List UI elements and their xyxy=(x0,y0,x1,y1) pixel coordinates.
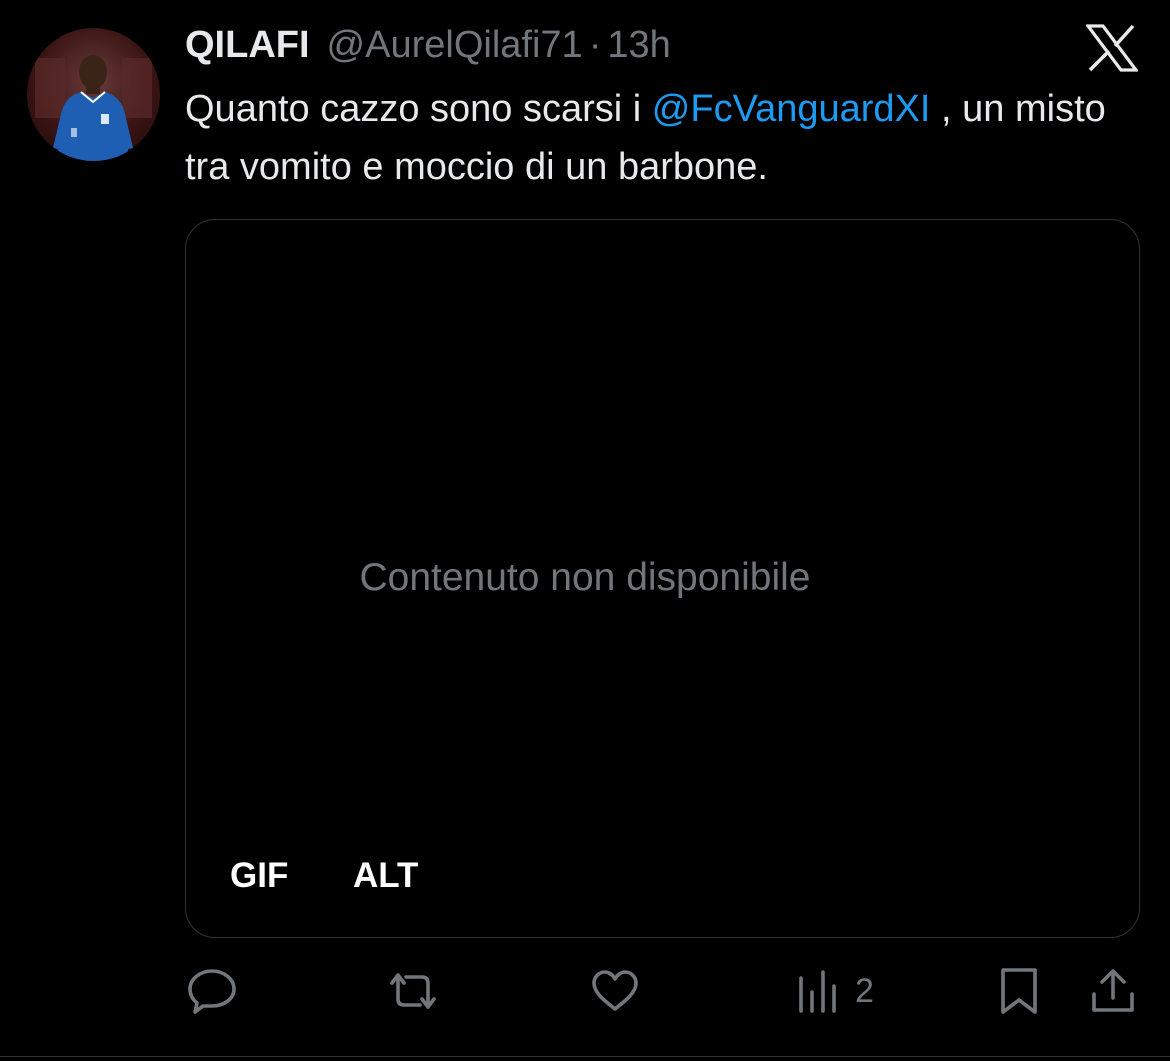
user-handle[interactable]: @AurelQilafi71 xyxy=(327,24,583,67)
reply-icon xyxy=(188,969,236,1014)
tweet-header: QILAFI @AurelQilafi71 · 13h xyxy=(185,24,671,74)
bookmark-icon xyxy=(1001,968,1037,1014)
share-button[interactable] xyxy=(1090,965,1136,1017)
x-logo-icon xyxy=(1084,24,1140,72)
bottom-divider xyxy=(0,1056,1170,1057)
views-button[interactable]: 2 xyxy=(797,965,874,1017)
gif-badge: GIF xyxy=(230,856,289,895)
retweet-button[interactable] xyxy=(386,965,440,1017)
like-button[interactable] xyxy=(591,965,639,1017)
media-unavailable-text: Contenuto non disponibile xyxy=(359,556,811,599)
alt-badge[interactable]: ALT xyxy=(353,856,418,896)
avatar[interactable] xyxy=(27,28,160,161)
heart-icon xyxy=(592,970,638,1011)
tweet-text: Quanto cazzo sono scarsi i @FcVanguardXI… xyxy=(185,80,1155,196)
views-chart-icon xyxy=(799,970,836,1013)
retweet-icon xyxy=(390,973,436,1009)
timestamp[interactable]: 13h xyxy=(607,24,670,67)
header-separator: · xyxy=(588,24,602,66)
bookmark-button[interactable] xyxy=(1000,965,1038,1017)
player-photo-avatar xyxy=(35,55,152,161)
mention-link[interactable]: @FcVanguardXI xyxy=(652,88,931,130)
share-icon xyxy=(1092,969,1134,1012)
reply-button[interactable] xyxy=(187,965,237,1017)
tweet-text-before: Quanto cazzo sono scarsi i xyxy=(185,88,652,130)
display-name[interactable]: QILAFI xyxy=(185,24,310,67)
views-count: 2 xyxy=(855,971,874,1010)
